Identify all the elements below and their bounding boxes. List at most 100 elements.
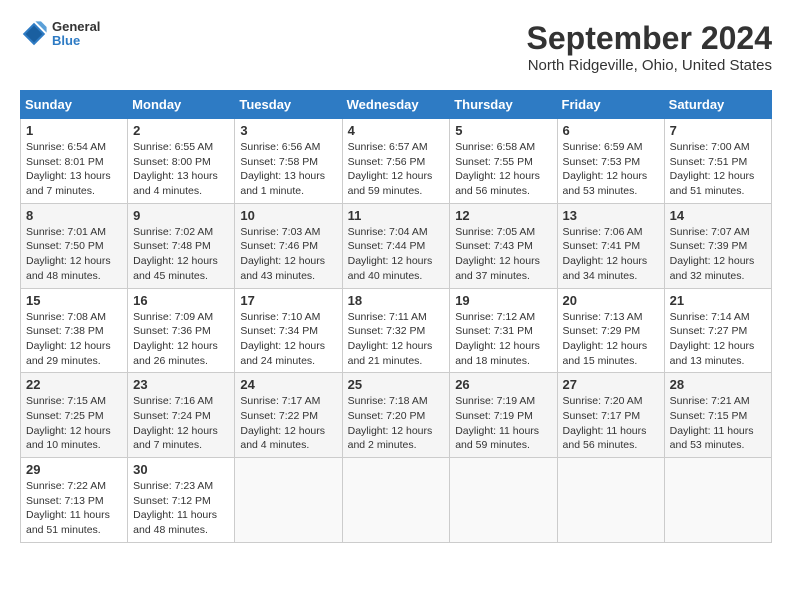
day-number: 24 — [240, 377, 336, 392]
day-number: 7 — [670, 123, 766, 138]
header-day-thursday: Thursday — [450, 91, 557, 119]
day-number: 14 — [670, 208, 766, 223]
day-number: 15 — [26, 293, 122, 308]
calendar-cell: 15 Sunrise: 7:08 AMSunset: 7:38 PMDayligh… — [21, 288, 128, 373]
calendar-body: 1 Sunrise: 6:54 AMSunset: 8:01 PMDaylight… — [21, 119, 772, 543]
day-info: Sunrise: 6:56 AMSunset: 7:58 PMDaylight:… — [240, 140, 336, 199]
calendar-cell: 22 Sunrise: 7:15 AMSunset: 7:25 PMDayligh… — [21, 373, 128, 458]
day-info: Sunrise: 7:14 AMSunset: 7:27 PMDaylight:… — [670, 310, 766, 369]
calendar-cell: 26 Sunrise: 7:19 AMSunset: 7:19 PMDayligh… — [450, 373, 557, 458]
calendar-cell: 10Sunrise: 7:03 AMSunset: 7:46 PMDayligh… — [235, 203, 342, 288]
day-number: 5 — [455, 123, 551, 138]
day-number: 9 — [133, 208, 229, 223]
day-info: Sunrise: 7:03 AMSunset: 7:46 PMDaylight:… — [240, 225, 336, 284]
calendar-cell: 12 Sunrise: 7:05 AMSunset: 7:43 PMDayligh… — [450, 203, 557, 288]
calendar-cell: 3 Sunrise: 6:56 AMSunset: 7:58 PMDaylight… — [235, 119, 342, 204]
day-number: 12 — [455, 208, 551, 223]
header-day-friday: Friday — [557, 91, 664, 119]
day-info: Sunrise: 7:20 AMSunset: 7:17 PMDaylight:… — [563, 394, 659, 453]
calendar-cell: 1 Sunrise: 6:54 AMSunset: 8:01 PMDaylight… — [21, 119, 128, 204]
day-info: Sunrise: 7:17 AMSunset: 7:22 PMDaylight:… — [240, 394, 336, 453]
calendar-cell — [450, 458, 557, 543]
day-number: 21 — [670, 293, 766, 308]
calendar-cell: 29Sunrise: 7:22 AMSunset: 7:13 PMDayligh… — [21, 458, 128, 543]
calendar-cell: 25 Sunrise: 7:18 AMSunset: 7:20 PMDayligh… — [342, 373, 450, 458]
logo-text: General Blue — [52, 20, 100, 49]
day-number: 3 — [240, 123, 336, 138]
calendar-cell: 4 Sunrise: 6:57 AMSunset: 7:56 PMDaylight… — [342, 119, 450, 204]
calendar-cell: 2Sunrise: 6:55 AMSunset: 8:00 PMDaylight… — [128, 119, 235, 204]
day-info: Sunrise: 7:23 AMSunset: 7:12 PMDaylight:… — [133, 479, 229, 538]
day-info: Sunrise: 7:10 AMSunset: 7:34 PMDaylight:… — [240, 310, 336, 369]
day-number: 19 — [455, 293, 551, 308]
calendar-cell — [664, 458, 771, 543]
day-number: 27 — [563, 377, 659, 392]
day-number: 11 — [348, 208, 445, 223]
day-number: 8 — [26, 208, 122, 223]
day-info: Sunrise: 7:15 AMSunset: 7:25 PMDaylight:… — [26, 394, 122, 453]
calendar-cell: 27 Sunrise: 7:20 AMSunset: 7:17 PMDayligh… — [557, 373, 664, 458]
calendar-cell: 9 Sunrise: 7:02 AMSunset: 7:48 PMDaylight… — [128, 203, 235, 288]
day-number: 18 — [348, 293, 445, 308]
day-info: Sunrise: 6:57 AMSunset: 7:56 PMDaylight:… — [348, 140, 445, 199]
day-info: Sunrise: 7:19 AMSunset: 7:19 PMDaylight:… — [455, 394, 551, 453]
calendar-cell: 11 Sunrise: 7:04 AMSunset: 7:44 PMDayligh… — [342, 203, 450, 288]
calendar-cell: 8 Sunrise: 7:01 AMSunset: 7:50 PMDaylight… — [21, 203, 128, 288]
calendar-cell: 28Sunrise: 7:21 AMSunset: 7:15 PMDayligh… — [664, 373, 771, 458]
calendar-cell — [557, 458, 664, 543]
calendar-cell: 13 Sunrise: 7:06 AMSunset: 7:41 PMDayligh… — [557, 203, 664, 288]
day-number: 25 — [348, 377, 445, 392]
day-number: 1 — [26, 123, 122, 138]
calendar-week-3: 15 Sunrise: 7:08 AMSunset: 7:38 PMDayligh… — [21, 288, 772, 373]
calendar-cell: 18 Sunrise: 7:11 AMSunset: 7:32 PMDayligh… — [342, 288, 450, 373]
calendar-cell: 20 Sunrise: 7:13 AMSunset: 7:29 PMDayligh… — [557, 288, 664, 373]
day-info: Sunrise: 7:16 AMSunset: 7:24 PMDaylight:… — [133, 394, 229, 453]
calendar-cell: 24 Sunrise: 7:17 AMSunset: 7:22 PMDayligh… — [235, 373, 342, 458]
calendar-cell: 14Sunrise: 7:07 AMSunset: 7:39 PMDayligh… — [664, 203, 771, 288]
calendar-cell: 19Sunrise: 7:12 AMSunset: 7:31 PMDayligh… — [450, 288, 557, 373]
calendar-cell: 16Sunrise: 7:09 AMSunset: 7:36 PMDayligh… — [128, 288, 235, 373]
day-number: 20 — [563, 293, 659, 308]
day-info: Sunrise: 6:59 AMSunset: 7:53 PMDaylight:… — [563, 140, 659, 199]
calendar-title: September 2024 — [527, 20, 772, 57]
calendar-header: SundayMondayTuesdayWednesdayThursdayFrid… — [21, 91, 772, 119]
day-number: 4 — [348, 123, 445, 138]
day-number: 28 — [670, 377, 766, 392]
calendar-cell: 6 Sunrise: 6:59 AMSunset: 7:53 PMDaylight… — [557, 119, 664, 204]
day-info: Sunrise: 7:01 AMSunset: 7:50 PMDaylight:… — [26, 225, 122, 284]
calendar-subtitle: North Ridgeville, Ohio, United States — [527, 57, 772, 74]
day-number: 26 — [455, 377, 551, 392]
header-day-saturday: Saturday — [664, 91, 771, 119]
day-info: Sunrise: 7:08 AMSunset: 7:38 PMDaylight:… — [26, 310, 122, 369]
calendar-week-4: 22 Sunrise: 7:15 AMSunset: 7:25 PMDayligh… — [21, 373, 772, 458]
calendar-cell — [235, 458, 342, 543]
day-info: Sunrise: 7:05 AMSunset: 7:43 PMDaylight:… — [455, 225, 551, 284]
day-number: 13 — [563, 208, 659, 223]
calendar-cell: 23Sunrise: 7:16 AMSunset: 7:24 PMDayligh… — [128, 373, 235, 458]
day-info: Sunrise: 7:11 AMSunset: 7:32 PMDaylight:… — [348, 310, 445, 369]
calendar-week-5: 29Sunrise: 7:22 AMSunset: 7:13 PMDayligh… — [21, 458, 772, 543]
title-block: September 2024 North Ridgeville, Ohio, U… — [527, 20, 772, 74]
calendar-cell: 17Sunrise: 7:10 AMSunset: 7:34 PMDayligh… — [235, 288, 342, 373]
day-number: 6 — [563, 123, 659, 138]
calendar-cell: 5 Sunrise: 6:58 AMSunset: 7:55 PMDaylight… — [450, 119, 557, 204]
header-day-monday: Monday — [128, 91, 235, 119]
day-number: 2 — [133, 123, 229, 138]
day-info: Sunrise: 7:09 AMSunset: 7:36 PMDaylight:… — [133, 310, 229, 369]
day-info: Sunrise: 7:22 AMSunset: 7:13 PMDaylight:… — [26, 479, 122, 538]
day-info: Sunrise: 6:58 AMSunset: 7:55 PMDaylight:… — [455, 140, 551, 199]
day-number: 22 — [26, 377, 122, 392]
day-info: Sunrise: 7:04 AMSunset: 7:44 PMDaylight:… — [348, 225, 445, 284]
header-row: SundayMondayTuesdayWednesdayThursdayFrid… — [21, 91, 772, 119]
calendar-table: SundayMondayTuesdayWednesdayThursdayFrid… — [20, 90, 772, 543]
day-info: Sunrise: 6:54 AMSunset: 8:01 PMDaylight:… — [26, 140, 122, 199]
day-info: Sunrise: 7:02 AMSunset: 7:48 PMDaylight:… — [133, 225, 229, 284]
logo-icon — [20, 20, 48, 48]
day-info: Sunrise: 7:18 AMSunset: 7:20 PMDaylight:… — [348, 394, 445, 453]
logo-line2: Blue — [52, 34, 100, 48]
logo: General Blue — [20, 20, 100, 49]
day-info: Sunrise: 7:06 AMSunset: 7:41 PMDaylight:… — [563, 225, 659, 284]
logo-line1: General — [52, 20, 100, 34]
day-info: Sunrise: 7:13 AMSunset: 7:29 PMDaylight:… — [563, 310, 659, 369]
calendar-cell: 21 Sunrise: 7:14 AMSunset: 7:27 PMDayligh… — [664, 288, 771, 373]
